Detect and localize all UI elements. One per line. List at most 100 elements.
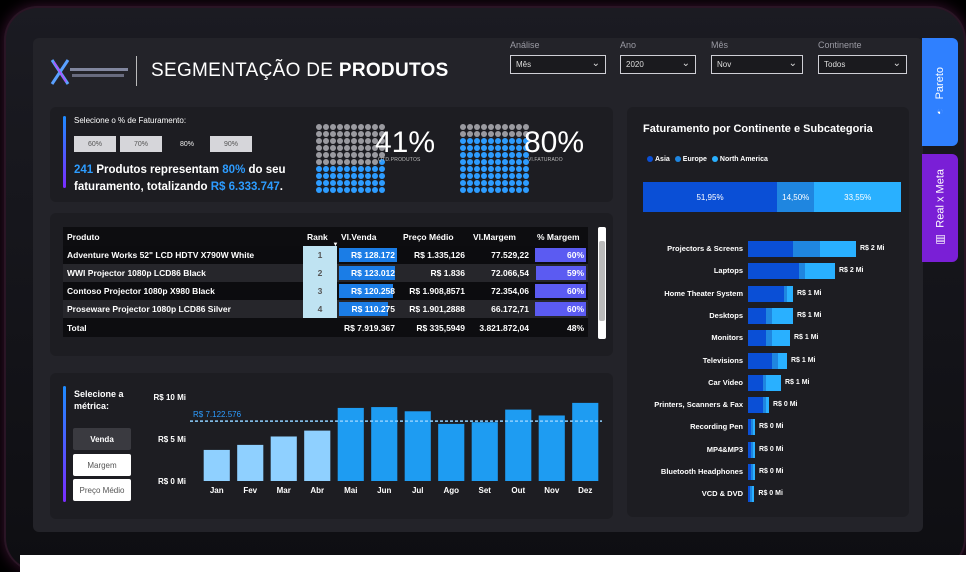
subcategory-bar-segment	[748, 397, 763, 414]
waffle-dot	[365, 166, 371, 172]
percent-option-70[interactable]: 70%	[120, 136, 162, 152]
col-venda[interactable]: Vl.Venda ▼	[332, 227, 399, 248]
table-row[interactable]: Proseware Projector 1080p LCD86 Silver 4 R…	[63, 300, 588, 318]
subcategory-bars	[748, 241, 856, 257]
waffle-dot	[323, 159, 329, 165]
subcategory-row[interactable]: Printers, Scanners & Fax R$ 0 Mi	[643, 397, 905, 414]
legend-item-north-america[interactable]: North America	[711, 156, 768, 163]
waffle-dot	[460, 180, 466, 186]
waffle-dot	[523, 166, 529, 172]
subcategory-row[interactable]: Laptops R$ 2 Mi	[643, 263, 905, 280]
filter-ano[interactable]: Ano 2020 ⌄	[620, 40, 696, 74]
col-margem[interactable]: Vl.Margem	[469, 227, 533, 246]
legend-item-europe[interactable]: Europe	[674, 156, 707, 163]
waffle-dot	[481, 166, 487, 172]
share-segment[interactable]: 14,50%	[777, 182, 815, 212]
share-segment[interactable]: 33,55%	[814, 182, 901, 212]
legend-item-asia[interactable]: Asia	[647, 156, 670, 163]
metric-venda-button[interactable]: Venda	[73, 428, 131, 450]
tab-pareto[interactable]: ◔ Pareto	[922, 38, 958, 146]
venda-value: R$ 120.258	[351, 286, 395, 296]
subcategory-row[interactable]: Car Video R$ 1 Mi	[643, 374, 905, 391]
waffle-dot	[495, 131, 501, 137]
accent-bar	[63, 386, 66, 502]
waffle-dot	[509, 145, 515, 151]
col-produto[interactable]: Produto	[63, 227, 303, 246]
waffle-dot	[495, 180, 501, 186]
subcategory-row[interactable]: Monitors R$ 1 Mi	[643, 330, 905, 347]
accent-bar	[63, 116, 66, 188]
subcategory-bar-segment	[820, 241, 856, 257]
table-row[interactable]: Adventure Works 52" LCD HDTV X790W White…	[63, 246, 588, 264]
percent-option-60[interactable]: 60%	[74, 136, 116, 152]
filter-dropdown[interactable]: Mês ⌄	[510, 55, 606, 74]
waffle-vl-faturado	[460, 124, 529, 193]
percent-option-90[interactable]: 90%	[210, 136, 252, 152]
waffle-dot	[344, 152, 350, 158]
waffle-dot	[365, 152, 371, 158]
filter-dropdown[interactable]: Todos ⌄	[818, 55, 907, 74]
subcategory-row[interactable]: Projectors & Screens R$ 2 Mi	[643, 241, 905, 257]
tab-real-x-meta[interactable]: ▤ Real x Meta	[922, 154, 958, 262]
brand-logo	[50, 59, 128, 85]
table-scrollbar[interactable]	[598, 227, 606, 339]
waffle-dot	[467, 152, 473, 158]
month-bar	[572, 402, 599, 481]
waffle-dot	[495, 166, 501, 172]
subcategory-bar-segment	[748, 263, 799, 280]
col-pct-margem[interactable]: % Margem	[533, 227, 588, 246]
cell-pct-margem: 60%	[533, 282, 588, 300]
waffle-dot	[467, 180, 473, 186]
waffle-dot	[509, 180, 515, 186]
waffle-dot	[316, 131, 322, 137]
subcategory-value-label: R$ 1 Mi	[794, 334, 819, 342]
filter-mes[interactable]: Mês Nov ⌄	[711, 40, 803, 74]
subcategory-bar-segment	[753, 464, 755, 480]
filter-continente[interactable]: Continente Todos ⌄	[818, 40, 907, 74]
waffle-dot	[372, 173, 378, 179]
subcategory-row[interactable]: Home Theater System R$ 1 Mi	[643, 285, 905, 302]
col-preco[interactable]: Preço Médio	[399, 227, 469, 246]
subcategory-bar-segment	[748, 374, 763, 391]
legend-dot	[647, 156, 653, 163]
subcategory-bar-segment	[805, 263, 835, 280]
waffle-dot	[351, 166, 357, 172]
table-row[interactable]: Contoso Projector 1080p X980 Black 3 R$ 12…	[63, 282, 588, 300]
cell-margem: 77.529,22	[469, 246, 533, 264]
waffle-dot	[516, 138, 522, 144]
waffle-dot	[337, 187, 343, 193]
subcategory-row[interactable]: Recording Pen R$ 0 Mi	[643, 419, 905, 436]
legend-dot	[711, 156, 718, 163]
subcategory-bar-segment	[793, 241, 820, 257]
percent-option-80[interactable]: 80%	[166, 136, 208, 152]
filter-dropdown[interactable]: Nov ⌄	[711, 55, 803, 74]
cell-venda: R$ 110.275	[337, 300, 399, 318]
month-bar	[438, 423, 465, 481]
waffle-dot	[358, 131, 364, 137]
subcategory-bars	[748, 374, 781, 391]
waffle-dot	[516, 159, 522, 165]
waffle-dot	[316, 173, 322, 179]
waffle-dot	[509, 159, 515, 165]
scrollbar-thumb[interactable]	[599, 241, 605, 321]
subcategory-row[interactable]: Bluetooth Headphones R$ 0 Mi	[643, 464, 905, 480]
filter-analise[interactable]: Análise Mês ⌄	[510, 40, 606, 74]
waffle-dot	[323, 124, 329, 130]
waffle-dot	[330, 152, 336, 158]
subcategory-row[interactable]: VCD & DVD R$ 0 Mi	[643, 486, 905, 503]
venda-value: R$ 128.172	[351, 250, 395, 260]
x-tick-label: Jul	[412, 486, 424, 495]
metric-margem-button[interactable]: Margem	[73, 454, 131, 476]
metric-preco-medio-button[interactable]: Preço Médio	[73, 479, 131, 501]
kpi-qtd-value: 41%	[375, 126, 436, 159]
share-segment[interactable]: 51,95%	[643, 182, 778, 212]
subcategory-row[interactable]: Televisions R$ 1 Mi	[643, 352, 905, 369]
waffle-dot	[460, 131, 466, 137]
subcategory-row[interactable]: Desktops R$ 1 Mi	[643, 307, 905, 324]
subcategory-row[interactable]: MP4&MP3 R$ 0 Mi	[643, 441, 905, 458]
table-row[interactable]: WWI Projector 1080p LCD86 Black 2 R$ 123.0…	[63, 264, 588, 282]
waffle-dot	[316, 159, 322, 165]
month-bar	[237, 444, 264, 481]
filter-dropdown[interactable]: 2020 ⌄	[620, 55, 696, 74]
waffle-dot	[330, 145, 336, 151]
